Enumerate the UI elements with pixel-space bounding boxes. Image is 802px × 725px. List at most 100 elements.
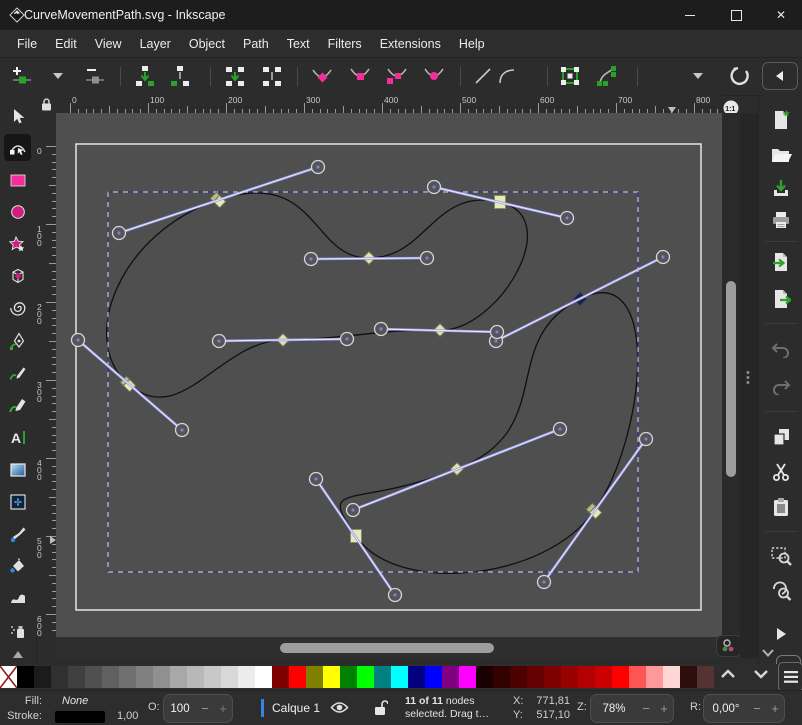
- palette-swatch[interactable]: [85, 666, 102, 688]
- palette-swatch[interactable]: [187, 666, 204, 688]
- rotation-value[interactable]: 0,00°: [704, 703, 748, 715]
- stroke-width-value[interactable]: 1,00: [117, 710, 138, 722]
- node-editor-tool-icon[interactable]: [4, 134, 31, 161]
- palette-swatch[interactable]: [561, 666, 578, 688]
- canvas[interactable]: [56, 113, 722, 637]
- color-managed-view-toggle[interactable]: [716, 635, 742, 657]
- node-corner-icon[interactable]: [310, 64, 334, 88]
- paint-bucket-tool-icon[interactable]: [4, 552, 31, 579]
- show-transform-handles-icon[interactable]: [728, 64, 752, 88]
- menu-object[interactable]: Object: [180, 37, 234, 51]
- cut-icon[interactable]: [769, 460, 793, 484]
- spray-tool-icon[interactable]: [4, 617, 31, 644]
- menu-layer[interactable]: Layer: [131, 37, 180, 51]
- palette-swatch[interactable]: [255, 666, 272, 688]
- menu-help[interactable]: Help: [450, 37, 494, 51]
- object-to-path-icon[interactable]: [558, 64, 582, 88]
- palette-swatch[interactable]: [323, 666, 340, 688]
- node-auto-icon[interactable]: [422, 64, 446, 88]
- palette-swatch[interactable]: [442, 666, 459, 688]
- opacity-spinbox[interactable]: 100 − +: [163, 694, 233, 723]
- x-coord-dropdown-icon[interactable]: [686, 64, 710, 88]
- menu-view[interactable]: View: [86, 37, 131, 51]
- palette-swatch[interactable]: [306, 666, 323, 688]
- palette-swatch[interactable]: [697, 666, 714, 688]
- segment-curve-icon[interactable]: [495, 64, 519, 88]
- menu-path[interactable]: Path: [234, 37, 278, 51]
- document-print-icon[interactable]: [769, 208, 793, 232]
- opacity-increase-button[interactable]: +: [214, 701, 232, 716]
- box-3d-tool-icon[interactable]: [4, 262, 31, 289]
- palette-swatch[interactable]: [459, 666, 476, 688]
- palette-swatch-none[interactable]: [0, 666, 17, 688]
- document-new-icon[interactable]: [769, 108, 793, 132]
- expand-commands-icon[interactable]: [769, 622, 793, 646]
- palette-swatch[interactable]: [102, 666, 119, 688]
- opacity-decrease-button[interactable]: −: [196, 701, 214, 716]
- horizontal-scrollbar[interactable]: [56, 637, 722, 658]
- spiral-tool-icon[interactable]: [4, 294, 31, 321]
- insert-node-dropdown-icon[interactable]: [46, 64, 70, 88]
- palette-swatch[interactable]: [527, 666, 544, 688]
- copy-icon[interactable]: [769, 425, 793, 449]
- palette-swatch[interactable]: [17, 666, 34, 688]
- ellipse-tool-icon[interactable]: [4, 198, 31, 225]
- pencil-tool-icon[interactable]: [4, 359, 31, 386]
- join-nodes-icon[interactable]: [223, 64, 247, 88]
- paste-icon[interactable]: [769, 495, 793, 519]
- opacity-value[interactable]: 100: [164, 703, 196, 715]
- import-icon[interactable]: [769, 250, 793, 274]
- toolbox-overflow-icon[interactable]: [4, 647, 31, 661]
- palette-swatch[interactable]: [221, 666, 238, 688]
- fill-value[interactable]: None: [62, 695, 88, 707]
- collapse-panel-button[interactable]: [762, 62, 798, 90]
- palette-swatch[interactable]: [493, 666, 510, 688]
- palette-swatch[interactable]: [153, 666, 170, 688]
- layer-name[interactable]: Calque 1: [272, 701, 320, 715]
- palette-swatch[interactable]: [680, 666, 697, 688]
- palette-swatch[interactable]: [119, 666, 136, 688]
- delete-segment-icon[interactable]: [168, 64, 192, 88]
- palette-swatch[interactable]: [578, 666, 595, 688]
- zoom-value[interactable]: 78%: [591, 703, 637, 715]
- palette-swatch[interactable]: [170, 666, 187, 688]
- menu-filters[interactable]: Filters: [319, 37, 371, 51]
- node-symmetric-icon[interactable]: [385, 64, 409, 88]
- rotation-decrease-button[interactable]: −: [748, 701, 766, 716]
- commandbar-overflow-chevron-icon[interactable]: [761, 648, 775, 658]
- layer-lock-icon[interactable]: [374, 699, 388, 716]
- palette-swatch[interactable]: [544, 666, 561, 688]
- palette-swatch[interactable]: [340, 666, 357, 688]
- layer-visibility-icon[interactable]: [330, 700, 349, 715]
- palette-swatch[interactable]: [510, 666, 527, 688]
- horizontal-ruler[interactable]: 0100200300400500600700800: [56, 95, 722, 114]
- palette-swatch[interactable]: [34, 666, 51, 688]
- zoom-decrease-button[interactable]: −: [637, 701, 655, 716]
- dropper-tool-icon[interactable]: [4, 520, 31, 547]
- vertical-scrollbar-thumb[interactable]: [726, 281, 736, 477]
- zoom-selection-icon[interactable]: [769, 543, 793, 567]
- document-save-icon[interactable]: [769, 176, 793, 200]
- menu-file[interactable]: File: [8, 37, 46, 51]
- document-open-icon[interactable]: [769, 143, 793, 167]
- palette-swatch[interactable]: [646, 666, 663, 688]
- rectangle-tool-icon[interactable]: [4, 166, 31, 193]
- gradient-tool-icon[interactable]: [4, 456, 31, 483]
- break-path-icon[interactable]: [133, 64, 157, 88]
- palette-swatch[interactable]: [595, 666, 612, 688]
- node-smooth-icon[interactable]: [348, 64, 372, 88]
- palette-swatch[interactable]: [272, 666, 289, 688]
- palette-swatch[interactable]: [629, 666, 646, 688]
- text-tool-icon[interactable]: A: [4, 424, 31, 451]
- mesh-gradient-tool-icon[interactable]: [4, 488, 31, 515]
- menu-text[interactable]: Text: [278, 37, 319, 51]
- palette-swatch[interactable]: [289, 666, 306, 688]
- palette-scroll-down-icon[interactable]: [753, 668, 769, 680]
- dock-resize-handle[interactable]: •••: [740, 113, 758, 658]
- close-button[interactable]: ✕: [764, 0, 798, 30]
- zoom-increase-button[interactable]: +: [655, 701, 673, 716]
- palette-swatch[interactable]: [425, 666, 442, 688]
- palette-menu-button[interactable]: [778, 662, 802, 692]
- vertical-scrollbar[interactable]: [722, 113, 740, 637]
- stroke-to-path-icon[interactable]: [595, 64, 619, 88]
